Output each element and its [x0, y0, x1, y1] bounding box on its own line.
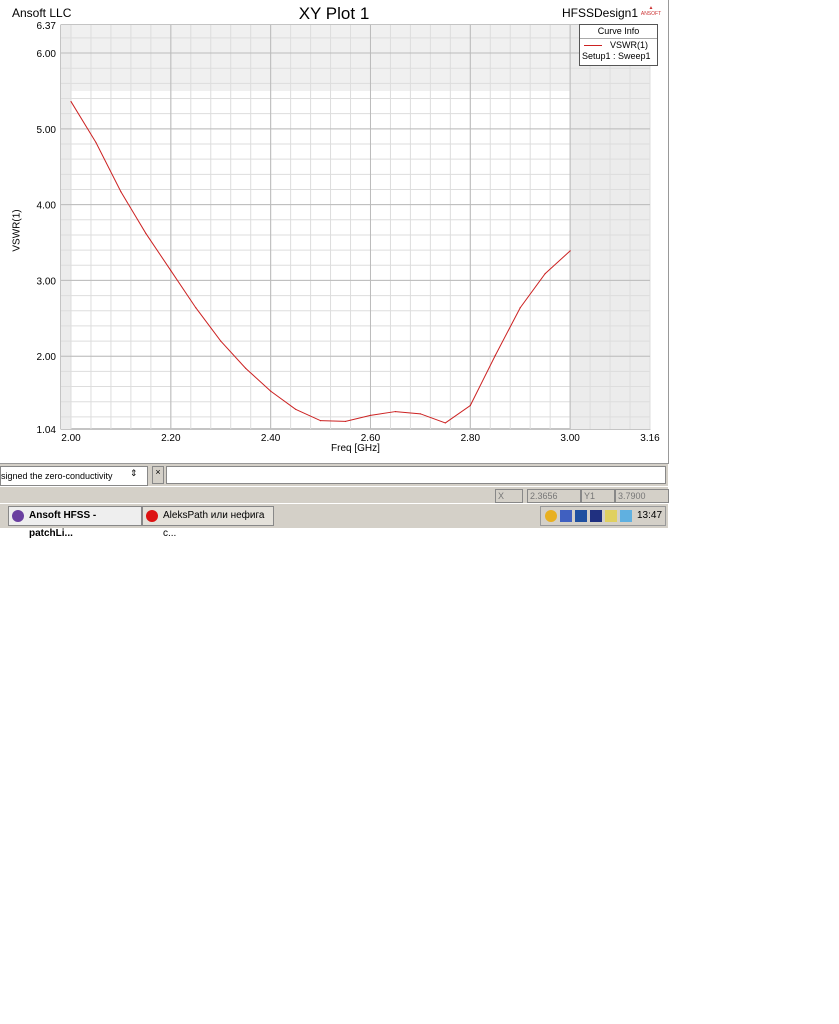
x-tick-label: 2.80	[461, 433, 481, 444]
y-tick-label: 1.04	[37, 425, 57, 436]
y-tick-label: 5.00	[37, 125, 57, 136]
data-point	[70, 100, 72, 103]
y-coord-label: Y1	[581, 489, 615, 503]
task-label: AleksPath или нефига с...	[163, 510, 265, 539]
x-tick-label: 2.00	[61, 433, 81, 444]
y-axis-label: VSWR(1)	[11, 209, 23, 252]
data-point	[469, 404, 471, 407]
message-panel: signed the zero-conductivity ⇕ ×	[0, 464, 668, 486]
data-point	[145, 232, 147, 235]
tray-icon[interactable]	[575, 510, 587, 522]
shaded-band-left	[61, 25, 71, 429]
x-tick-label: 2.20	[161, 433, 181, 444]
legend-curve: VSWR(1)	[610, 40, 648, 50]
clock[interactable]: 13:47	[637, 510, 662, 521]
data-point	[195, 307, 197, 309]
data-point	[319, 420, 322, 422]
tray-icon[interactable]	[545, 510, 557, 522]
data-point	[295, 408, 297, 410]
data-point	[220, 340, 222, 342]
x-coord-value: 2.3656	[527, 489, 581, 503]
y-tick-label: 6.00	[37, 49, 57, 60]
data-point	[120, 191, 122, 193]
data-point	[344, 420, 347, 423]
data-point	[170, 269, 172, 272]
opera-icon	[146, 510, 158, 522]
message-input[interactable]	[166, 466, 666, 484]
taskbar: Ansoft HFSS - patchLi... AleksPath или н…	[0, 503, 668, 539]
data-point	[245, 367, 247, 369]
data-point	[394, 410, 397, 413]
data-point	[95, 141, 97, 144]
x-coord-label: X	[495, 489, 523, 503]
legend-line-icon	[584, 45, 602, 46]
task-opera[interactable]: AleksPath или нефига с...	[142, 506, 274, 539]
y-coord-value: 3.7900	[615, 489, 669, 503]
x-tick-label: 3.00	[560, 433, 580, 444]
hfss-icon	[12, 510, 24, 522]
tray-icon[interactable]	[605, 510, 617, 522]
legend-title: Curve Info	[580, 25, 657, 39]
x-axis-label: Freq [GHz]	[331, 443, 380, 454]
data-point	[270, 390, 272, 392]
data-point	[494, 354, 496, 357]
design-name: HFSSDesign1	[562, 6, 639, 20]
plot-area: 2.00 2.20 2.40 2.60 2.80 3.00 3.166.376.005.00…	[37, 21, 661, 444]
status-bar: X 2.3656 Y1 3.7900	[0, 486, 669, 504]
data-point	[569, 250, 571, 252]
data-point	[419, 413, 421, 415]
x-tick-label: 3.16	[640, 433, 660, 444]
ansoft-logo-icon: ▲ ANSOFT	[640, 5, 662, 17]
x-tick-label: 2.40	[261, 433, 281, 444]
curve-info-legend[interactable]: Curve Info VSWR(1) Setup1 : Sweep1	[579, 24, 658, 66]
network-icon[interactable]	[560, 510, 572, 522]
y-tick-label: 4.00	[37, 201, 57, 212]
data-point	[369, 414, 372, 416]
data-point	[544, 273, 546, 275]
task-label: Ansoft HFSS - patchLi...	[29, 510, 97, 539]
system-tray: 13:47	[540, 506, 666, 526]
y-tick-label: 3.00	[37, 276, 57, 287]
scroll-spin-icon[interactable]: ⇕	[130, 468, 138, 479]
tray-icon[interactable]	[590, 510, 602, 522]
message-text: signed the zero-conductivity	[0, 466, 148, 486]
data-point	[519, 307, 521, 309]
legend-setup: Setup1 : Sweep1	[582, 51, 651, 61]
task-ansoft-hfss[interactable]: Ansoft HFSS - patchLi...	[8, 506, 142, 539]
shaded-band-top	[61, 25, 650, 91]
y-tick-label: 2.00	[37, 352, 57, 363]
camera-icon[interactable]	[620, 510, 632, 522]
data-point	[444, 422, 446, 424]
plot-window: 2.00 2.20 2.40 2.60 2.80 3.00 3.16 6.37 6.00 5.00…	[0, 0, 669, 464]
close-message-button[interactable]: ×	[152, 466, 164, 484]
